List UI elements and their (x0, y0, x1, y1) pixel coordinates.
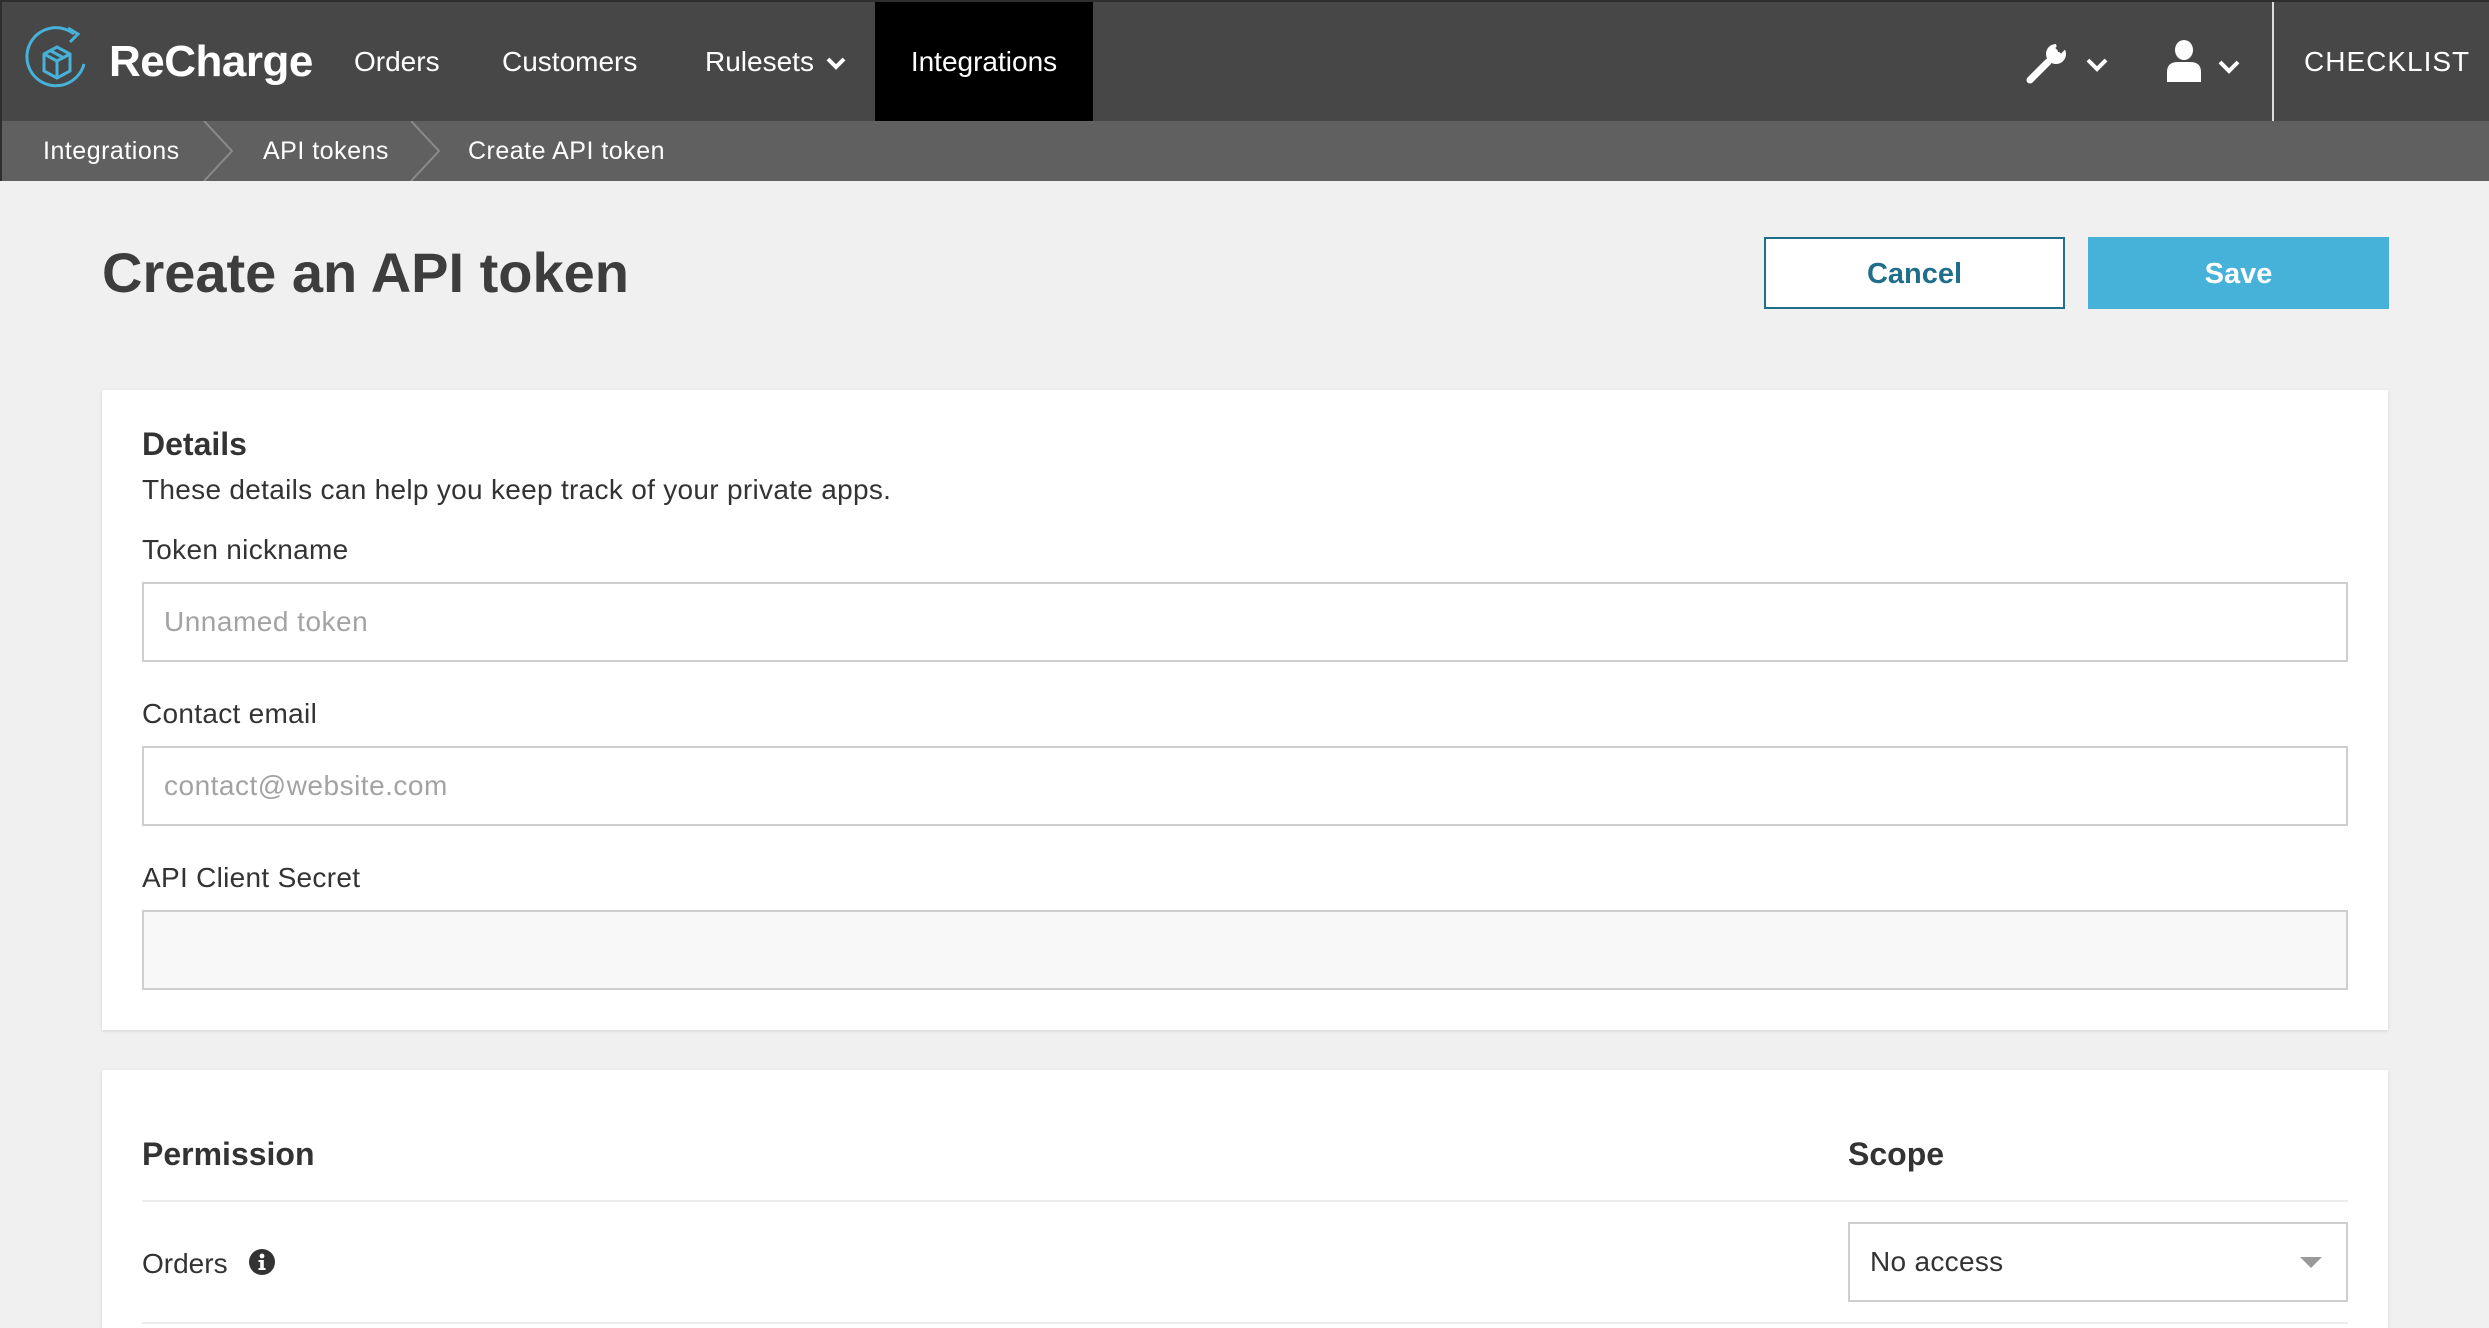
api-client-secret-label: API Client Secret (142, 862, 361, 893)
nav-integrations[interactable]: Integrations (875, 2, 1093, 121)
user-menu-button[interactable] (2162, 38, 2258, 86)
row-divider (142, 1322, 2348, 1324)
cancel-button[interactable]: Cancel (1764, 237, 2065, 309)
nav-customers[interactable]: Customers (502, 2, 637, 121)
api-client-secret-input[interactable] (142, 910, 2348, 990)
token-nickname-input[interactable] (142, 582, 2348, 662)
breadcrumb: Integrations API tokens Create API token (0, 121, 2489, 181)
wrench-icon (2026, 41, 2068, 84)
details-title: Details (142, 426, 247, 462)
header-divider (142, 1200, 2348, 1202)
token-nickname-label: Token nickname (142, 534, 349, 565)
user-icon (2167, 40, 2201, 82)
permission-row-orders-label: Orders (142, 1248, 228, 1279)
checklist-button[interactable]: CHECKLIST (2304, 2, 2470, 121)
nav-rulesets[interactable]: Rulesets (705, 2, 846, 121)
orders-scope-select[interactable]: No access (1848, 1222, 2348, 1302)
breadcrumb-api-tokens[interactable]: API tokens (263, 121, 389, 181)
save-button[interactable]: Save (2088, 237, 2389, 309)
contact-email-label: Contact email (142, 698, 318, 729)
permissions-card: Permission Scope Orders No access (102, 1070, 2388, 1328)
chevron-down-icon (826, 57, 846, 70)
tools-menu-button[interactable] (2020, 38, 2116, 86)
nav-rulesets-label: Rulesets (705, 46, 814, 77)
nav-orders[interactable]: Orders (354, 2, 440, 121)
scope-column-header: Scope (1848, 1136, 1945, 1172)
permission-column-header: Permission (142, 1136, 315, 1172)
details-description: These details can help you keep track of… (142, 474, 892, 505)
breadcrumb-separator-icon (410, 121, 441, 181)
orders-scope-value: No access (1870, 1246, 2004, 1277)
details-card: Details These details can help you keep … (102, 390, 2388, 1030)
recharge-logo-icon[interactable] (24, 24, 90, 98)
nav-divider (2272, 2, 2274, 121)
brand-name[interactable]: ReCharge (109, 34, 313, 90)
contact-email-input[interactable] (142, 746, 2348, 826)
page-title: Create an API token (102, 241, 629, 304)
chevron-down-icon (2218, 60, 2240, 74)
top-navigation: ReCharge Orders Customers Rulesets Integ… (0, 0, 2489, 121)
caret-down-icon (2300, 1257, 2322, 1268)
chevron-down-icon (2086, 58, 2108, 72)
breadcrumb-separator-icon (203, 121, 234, 181)
breadcrumb-integrations[interactable]: Integrations (43, 121, 180, 181)
info-icon[interactable] (248, 1248, 276, 1276)
breadcrumb-create-api-token: Create API token (468, 137, 666, 165)
